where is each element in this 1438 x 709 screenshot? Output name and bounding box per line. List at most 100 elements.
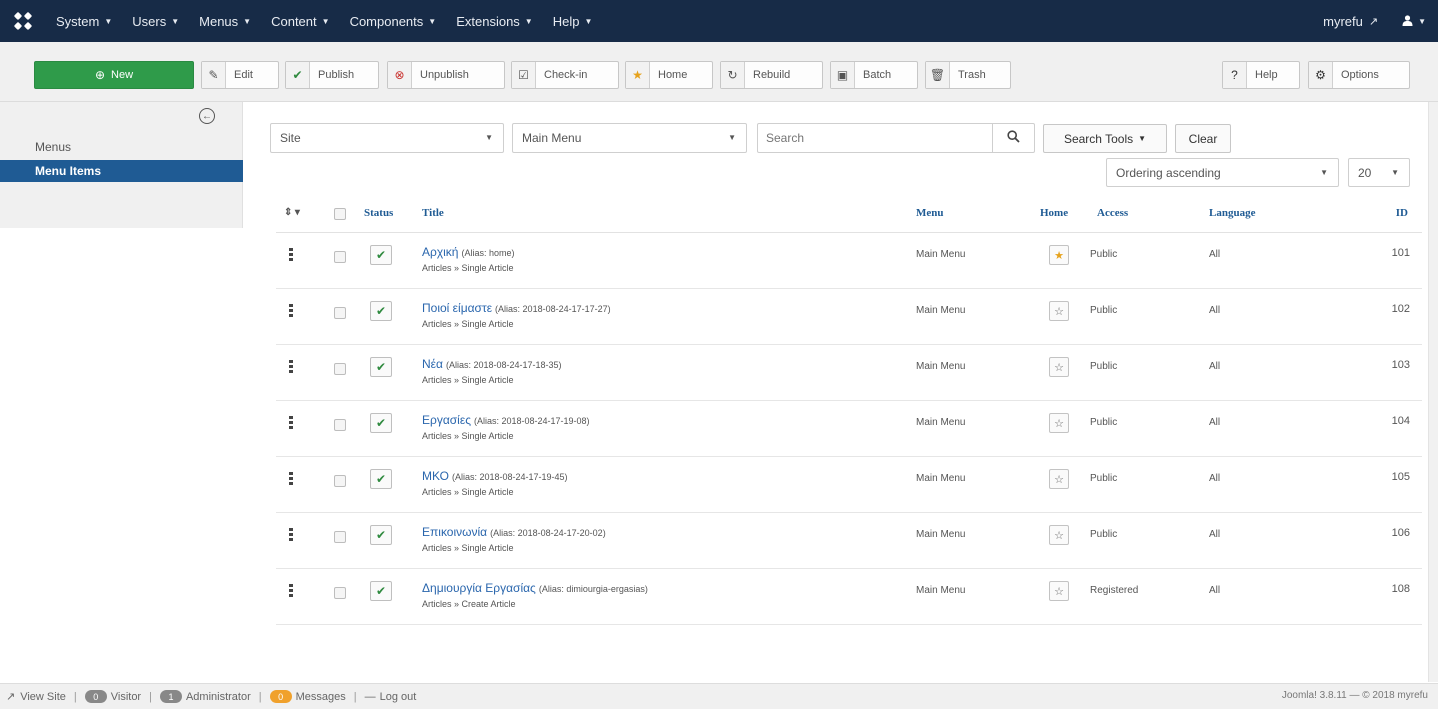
item-title-link[interactable]: Επικοινωνία — [422, 525, 487, 539]
menu-extensions[interactable]: Extensions ▼ — [446, 14, 543, 29]
header-status[interactable]: Status — [364, 207, 393, 219]
sidebar-item-menu-items[interactable]: Menu Items — [0, 160, 243, 182]
search-input[interactable] — [758, 124, 992, 152]
star-outline-icon: ☆ — [1054, 473, 1064, 486]
checkin-button[interactable]: ☑ Check-in — [511, 61, 619, 89]
home-toggle[interactable]: ☆ — [1049, 581, 1069, 601]
external-link-icon: ↗ — [1368, 15, 1379, 28]
options-button[interactable]: ⚙ Options — [1308, 61, 1410, 89]
row-checkbox[interactable] — [334, 531, 346, 543]
messages-link[interactable]: 0 Messages — [269, 690, 346, 703]
search-button[interactable] — [992, 124, 1034, 152]
divider: | — [353, 690, 357, 703]
home-toggle[interactable]: ☆ — [1049, 469, 1069, 489]
home-toggle[interactable]: ☆ — [1049, 413, 1069, 433]
joomla-logo-icon[interactable] — [0, 12, 46, 30]
menu-components[interactable]: Components ▼ — [340, 14, 447, 29]
drag-handle-icon[interactable] — [289, 304, 293, 317]
admin-status[interactable]: 1 Administrator — [159, 690, 251, 703]
drag-handle-icon[interactable] — [289, 416, 293, 429]
view-site-link[interactable]: ↗ View Site — [6, 690, 66, 704]
search-icon — [1007, 130, 1020, 146]
caret-down-icon: ▼ — [104, 16, 113, 26]
caret-down-icon: ▼ — [1391, 168, 1399, 177]
published-toggle[interactable]: ✔ — [370, 301, 392, 321]
publish-button[interactable]: ✔ Publish — [285, 61, 379, 89]
trash-button[interactable]: 🗑 Trash — [925, 61, 1011, 89]
user-menu[interactable]: ▼ — [1390, 14, 1438, 29]
menu-menus[interactable]: Menus ▼ — [189, 14, 261, 29]
edit-icon: ✎ — [202, 62, 226, 88]
item-title-link[interactable]: Ποιοί είμαστε — [422, 301, 492, 315]
row-checkbox[interactable] — [334, 251, 346, 263]
logout-link[interactable]: — Log out — [365, 691, 417, 703]
site-link[interactable]: myrefu ↗ — [1311, 14, 1390, 29]
unpublish-button[interactable]: ⊗ Unpublish — [387, 61, 505, 89]
language-cell: All — [1209, 249, 1221, 260]
published-toggle[interactable]: ✔ — [370, 357, 392, 377]
row-checkbox[interactable] — [334, 419, 346, 431]
batch-icon: ▣ — [831, 62, 855, 88]
published-toggle[interactable]: ✔ — [370, 581, 392, 601]
drag-handle-icon[interactable] — [289, 528, 293, 541]
sidebar-collapse-icon[interactable]: ← — [199, 108, 215, 124]
row-checkbox[interactable] — [334, 475, 346, 487]
menu-cell: Main Menu — [916, 529, 966, 540]
header-home[interactable]: Home — [1040, 207, 1068, 219]
item-alias: (Alias: 2018-08-24-17-20-02) — [490, 528, 606, 538]
help-button[interactable]: ? Help — [1222, 61, 1300, 89]
item-title-link[interactable]: Δημιουργία Εργασίας — [422, 581, 536, 595]
sidebar-item-menus[interactable]: Menus — [0, 136, 243, 158]
limit-select[interactable]: 20 ▼ — [1348, 158, 1410, 187]
home-button[interactable]: ★ Home — [625, 61, 713, 89]
rebuild-button[interactable]: ↻ Rebuild — [720, 61, 823, 89]
ordering-sort-icon[interactable]: ⇕ ▾ — [284, 207, 300, 218]
home-toggle[interactable]: ☆ — [1049, 525, 1069, 545]
header-title[interactable]: Title — [422, 207, 444, 219]
title-cell: Νέα (Alias: 2018-08-24-17-18-35) Articles … — [422, 357, 562, 385]
home-toggle[interactable]: ☆ — [1049, 301, 1069, 321]
ordering-select[interactable]: Ordering ascending ▼ — [1106, 158, 1339, 187]
row-checkbox[interactable] — [334, 587, 346, 599]
published-toggle[interactable]: ✔ — [370, 525, 392, 545]
clear-button[interactable]: Clear — [1175, 124, 1231, 153]
drag-handle-icon[interactable] — [289, 248, 293, 261]
item-title-link[interactable]: Εργασίες — [422, 413, 471, 427]
menu-content[interactable]: Content ▼ — [261, 14, 339, 29]
menu-help[interactable]: Help ▼ — [543, 14, 603, 29]
header-id[interactable]: ID — [1396, 207, 1408, 219]
drag-handle-icon[interactable] — [289, 472, 293, 485]
language-cell: All — [1209, 361, 1221, 372]
item-type: Articles » Single Article — [422, 487, 514, 497]
scrollbar[interactable] — [1428, 102, 1438, 682]
menu-users[interactable]: Users ▼ — [122, 14, 189, 29]
header-access[interactable]: Access — [1097, 207, 1128, 219]
visitor-status[interactable]: 0 Visitor — [84, 690, 141, 703]
row-checkbox[interactable] — [334, 307, 346, 319]
published-toggle[interactable]: ✔ — [370, 469, 392, 489]
divider: | — [73, 690, 77, 703]
edit-button[interactable]: ✎ Edit — [201, 61, 279, 89]
search-tools-button[interactable]: Search Tools ▼ — [1043, 124, 1167, 153]
trash-icon: 🗑 — [926, 62, 950, 88]
header-language[interactable]: Language — [1209, 207, 1255, 219]
menu-select[interactable]: Main Menu ▼ — [512, 123, 747, 153]
drag-handle-icon[interactable] — [289, 360, 293, 373]
batch-button[interactable]: ▣ Batch — [830, 61, 918, 89]
drag-handle-icon[interactable] — [289, 584, 293, 597]
home-toggle[interactable]: ☆ — [1049, 357, 1069, 377]
question-icon: ? — [1223, 62, 1247, 88]
item-alias: (Alias: 2018-08-24-17-17-27) — [495, 304, 611, 314]
menu-system[interactable]: System ▼ — [46, 14, 122, 29]
home-toggle[interactable]: ★ — [1049, 245, 1069, 265]
published-toggle[interactable]: ✔ — [370, 413, 392, 433]
item-title-link[interactable]: Αρχική — [422, 245, 458, 259]
item-title-link[interactable]: ΜΚΟ — [422, 469, 449, 483]
client-select[interactable]: Site ▼ — [270, 123, 504, 153]
new-button[interactable]: ⊕ New — [34, 61, 194, 89]
published-toggle[interactable]: ✔ — [370, 245, 392, 265]
row-checkbox[interactable] — [334, 363, 346, 375]
item-title-link[interactable]: Νέα — [422, 357, 443, 371]
select-all-checkbox[interactable] — [334, 208, 346, 220]
header-menu[interactable]: Menu — [916, 207, 944, 219]
